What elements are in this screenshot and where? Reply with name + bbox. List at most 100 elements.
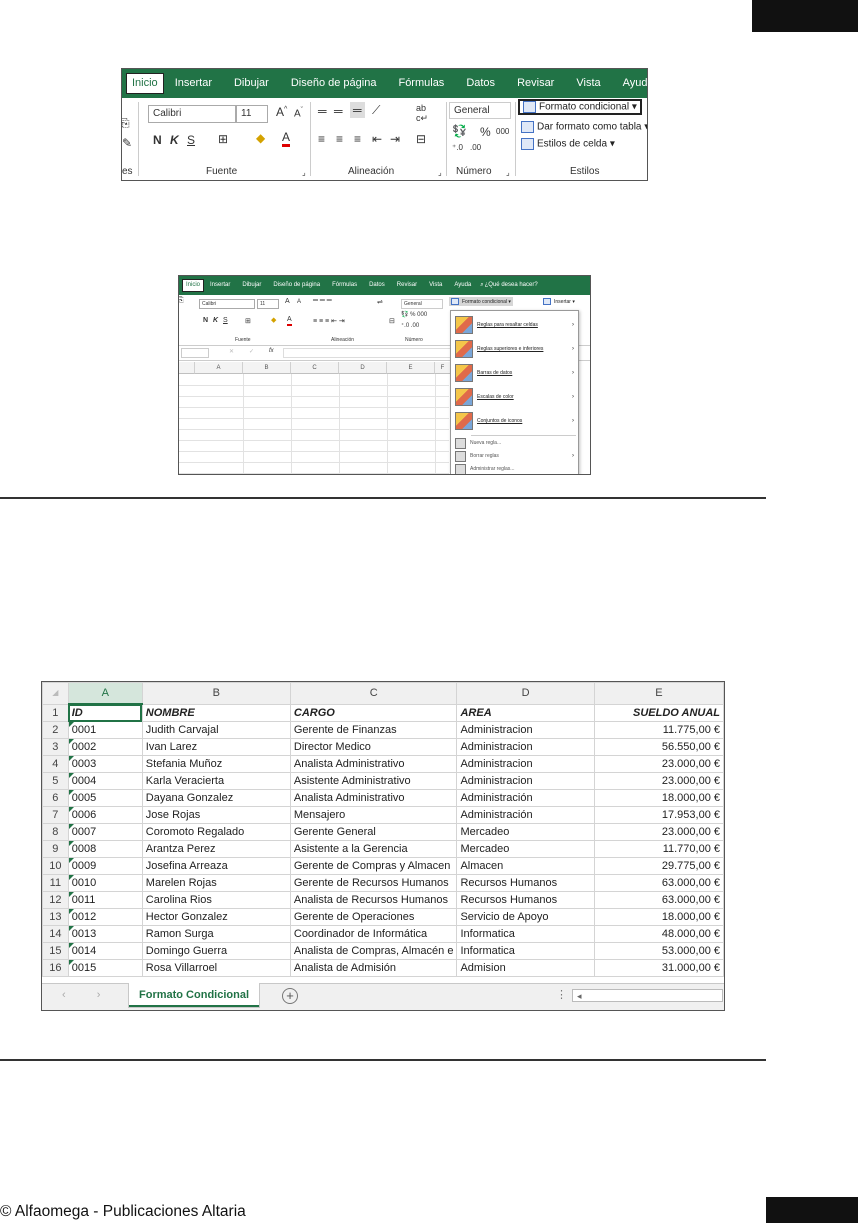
table-cell[interactable]: Josefina Arreaza (141, 857, 291, 875)
menu-item[interactable]: Reglas superiores e inferiores › (451, 337, 578, 361)
borders-icon[interactable]: ⊞ (245, 317, 251, 325)
formula-input[interactable] (283, 348, 453, 358)
font-name-select[interactable]: Calibri (199, 299, 255, 309)
menu-item[interactable]: Conjuntos de iconos › (451, 409, 578, 433)
wrap-text-icon[interactable]: ⇌ (377, 298, 383, 306)
dialog-launcher-icon[interactable]: ⌟ (438, 168, 442, 177)
table-cell[interactable]: Jose Rojas (141, 806, 291, 824)
table-cell[interactable]: 0001 (67, 721, 143, 739)
align-right-icon[interactable]: ≡ (354, 132, 361, 146)
select-all-corner[interactable]: ◢ (42, 682, 69, 705)
table-cell[interactable]: Asistente Administrativo (289, 772, 458, 790)
table-cell[interactable]: Analista de Compras, Almacén e (289, 942, 458, 960)
tab-inicio[interactable]: Inicio (182, 279, 205, 292)
conditional-format-button[interactable]: Formato condicional ▾ (449, 297, 513, 306)
tab-inicio[interactable]: Inicio (126, 73, 164, 94)
table-cell[interactable]: Administración (456, 806, 595, 824)
table-cell[interactable]: 0011 (67, 891, 143, 909)
table-cell[interactable]: Gerente de Recursos Humanos (289, 874, 458, 892)
table-cell[interactable]: Administracion (456, 755, 595, 773)
table-cell[interactable]: 56.550,00 € (593, 738, 724, 756)
increase-indent-icon[interactable]: ⇥ (390, 132, 400, 146)
grow-font-icon[interactable]: A^ (276, 105, 287, 119)
table-cell[interactable]: Almacen (456, 857, 595, 875)
row-number[interactable]: 15 (42, 942, 69, 960)
tab-insertar[interactable]: Insertar (204, 276, 236, 295)
row-number[interactable]: 4 (42, 755, 69, 773)
table-cell[interactable]: Stefania Muñoz (141, 755, 291, 773)
italic-button[interactable]: K (170, 133, 179, 147)
table-cell[interactable]: 23.000,00 € (593, 823, 724, 841)
tab-fórmulas[interactable]: Fórmulas (387, 69, 455, 98)
column-header[interactable]: F (435, 362, 451, 374)
underline-button[interactable]: S (223, 317, 228, 324)
table-cell[interactable]: Recursos Humanos (456, 891, 595, 909)
italic-button[interactable]: K (213, 317, 218, 324)
table-cell[interactable]: 0013 (67, 925, 143, 943)
table-cell[interactable]: 11.775,00 € (593, 721, 724, 739)
tab-ayuda[interactable]: Ayuda (448, 276, 477, 295)
format-as-table-button[interactable]: Dar formato como tabla ▾ (521, 121, 647, 133)
paste-icon[interactable]: ⎘ (179, 297, 184, 305)
row-number[interactable]: 8 (42, 823, 69, 841)
bold-button[interactable]: N (153, 133, 162, 147)
row-number[interactable]: 12 (42, 891, 69, 909)
table-cell[interactable]: 63.000,00 € (593, 874, 724, 892)
font-color-icon[interactable]: A (287, 316, 292, 326)
shrink-font-icon[interactable]: Aˇ (294, 107, 303, 119)
merge-center-icon[interactable]: ⊟ (416, 132, 426, 146)
tab-ayuda[interactable]: Ayuda (612, 69, 647, 98)
row-number[interactable]: 2 (42, 721, 69, 739)
table-cell[interactable]: Informatica (456, 942, 595, 960)
table-cell[interactable]: 11.770,00 € (593, 840, 724, 858)
decimal-icon[interactable]: ⁺.0 .00 (401, 322, 419, 329)
underline-button[interactable]: S (187, 133, 195, 147)
shrink-font-icon[interactable]: A (297, 299, 301, 305)
table-cell[interactable]: 48.000,00 € (593, 925, 724, 943)
row-number[interactable]: 5 (42, 772, 69, 790)
table-cell[interactable]: Coordinador de Informática (289, 925, 458, 943)
tab-insertar[interactable]: Insertar (164, 69, 223, 98)
table-cell[interactable]: 23.000,00 € (593, 772, 724, 790)
table-cell[interactable]: Administracion (456, 772, 595, 790)
column-header-d[interactable]: D (456, 682, 595, 705)
table-cell[interactable]: 0003 (67, 755, 143, 773)
row-number[interactable]: 13 (42, 908, 69, 926)
align-middle-icon[interactable]: ═ (334, 104, 343, 118)
cancel-icon[interactable]: ✕ (229, 348, 234, 355)
align-center-icon[interactable]: ≡ (336, 132, 343, 146)
dialog-launcher-icon[interactable]: ⌟ (302, 168, 306, 177)
table-cell[interactable]: 53.000,00 € (593, 942, 724, 960)
tab-dibujar[interactable]: Dibujar (223, 69, 280, 98)
header-cell[interactable]: AREA (456, 703, 595, 722)
table-cell[interactable]: Gerente General (289, 823, 458, 841)
table-cell[interactable]: Mercadeo (456, 823, 595, 841)
table-cell[interactable]: Analista Administrativo (289, 755, 458, 773)
table-cell[interactable]: 0004 (67, 772, 143, 790)
menu-item[interactable]: Barras de datos › (451, 361, 578, 385)
column-header-e[interactable]: E (593, 682, 724, 705)
table-cell[interactable]: 0002 (67, 738, 143, 756)
table-cell[interactable]: 18.000,00 € (593, 789, 724, 807)
row-number[interactable]: 11 (42, 874, 69, 892)
table-cell[interactable]: Administracion (456, 738, 595, 756)
table-cell[interactable]: 0007 (67, 823, 143, 841)
table-cell[interactable]: 0009 (67, 857, 143, 875)
table-cell[interactable]: Administracion (456, 721, 595, 739)
table-cell[interactable]: Analista de Admisión (289, 959, 458, 977)
dialog-launcher-icon[interactable]: ⌟ (506, 168, 510, 177)
table-cell[interactable]: Informatica (456, 925, 595, 943)
menu-item[interactable]: Reglas para resaltar celdas › (451, 313, 578, 337)
table-cell[interactable]: Marelen Rojas (141, 874, 291, 892)
tab-datos[interactable]: Datos (455, 69, 506, 98)
table-cell[interactable]: 23.000,00 € (593, 755, 724, 773)
tab-vista[interactable]: Vista (423, 276, 448, 295)
splitter-handle[interactable]: ⋮ (556, 988, 567, 1001)
grow-font-icon[interactable]: A (285, 298, 290, 305)
accounting-format-icon[interactable]: 💱 % 000 (401, 311, 427, 318)
cell-styles-button[interactable]: Estilos de celda ▾ (521, 138, 615, 150)
table-cell[interactable]: Mensajero (289, 806, 458, 824)
menu-action[interactable]: Administrar reglas... (451, 463, 578, 474)
row-number[interactable]: 3 (42, 738, 69, 756)
table-cell[interactable]: Mercadeo (456, 840, 595, 858)
